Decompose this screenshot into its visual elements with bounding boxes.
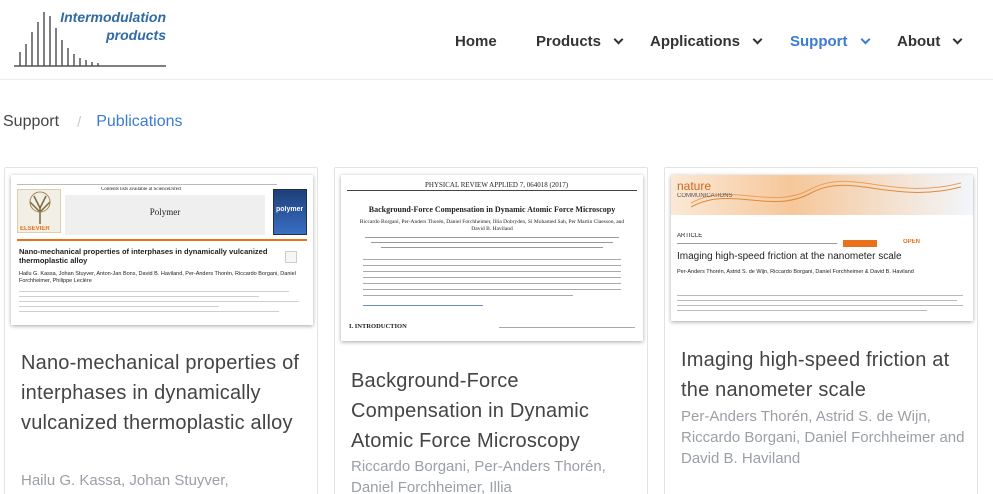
card-title[interactable]: Background-Force Compensation in Dynamic… [351,366,641,456]
nav-item-label: Home [455,32,497,50]
chevron-down-icon [613,34,624,44]
paper-thumbnail[interactable]: Contents lists available at ScienceDirec… [11,175,313,325]
publication-card[interactable]: PHYSICAL REVIEW APPLIED 7, 064018 (2017)… [334,167,648,494]
cover-label: polymer [276,206,304,213]
thumb-journal-banner: Polymer [65,195,265,235]
thumb-journal-header: Contents lists available at ScienceDirec… [101,187,182,192]
logo-line1: Intermodulation [60,9,166,25]
thumb-paper-authors: Hailu G. Kassa, Johan Stuyver, Anton-Jan… [19,271,296,284]
thumb-text-line [363,271,621,272]
thumb-paper-authors: Per-Anders Thorén, Astrid S. de Wijn, Ri… [677,269,914,275]
thumb-text-line [19,296,259,297]
thumb-journal-name: Polymer [149,207,181,217]
open-access-label: OPEN [903,239,921,245]
chevron-down-icon [952,34,963,44]
card-title[interactable]: Imaging high-speed friction at the nanom… [681,345,971,405]
nature-wordmark: nature [677,179,712,193]
nav-item-label: Applications [650,32,741,50]
breadcrumb: Support / Publications [3,113,183,131]
logo-wordmark: Intermodulation products [60,8,166,44]
thumb-text-line [365,237,619,238]
thumb-text-line [363,305,483,306]
nature-banner: nature COMMUNICATIONS [671,175,973,215]
thumb-text-line [363,259,621,260]
doi-badge [843,240,877,247]
thumb-text-line [677,300,957,301]
thumb-text-line [19,306,219,307]
nav-item-label: Support [790,32,848,50]
chevron-down-icon [752,34,763,44]
publication-card[interactable]: nature COMMUNICATIONS ARTICLE OPEN Imagi… [664,167,978,494]
card-authors: Hailu G. Kassa, Johan Stuyver, [21,472,229,489]
card-title[interactable]: Nano-mechanical properties of interphase… [21,348,311,438]
card-authors: Per-Anders Thorén, Astrid S. de Wijn, Ri… [681,408,965,467]
nature-sub-wordmark: COMMUNICATIONS [677,193,733,199]
site-header: Intermodulation products Home Products A… [0,0,993,80]
paper-thumbnail[interactable]: PHYSICAL REVIEW APPLIED 7, 064018 (2017)… [341,175,643,341]
journal-cover-icon: polymer [273,189,307,235]
thumb-text-line [677,243,837,244]
thumb-paper-authors: Riccardo Borgani, Per-Anders Thorén, Dan… [359,219,625,232]
elsevier-tree-icon: ELSEVIER [17,189,61,233]
publication-card[interactable]: Contents lists available at ScienceDirec… [4,167,318,494]
chevron-down-icon [860,34,870,44]
nav-item-products[interactable]: Products [536,30,624,52]
thumb-paper-title: Background-Force Compensation in Dynamic… [368,205,616,214]
breadcrumb-support-link[interactable]: Support [3,113,59,131]
thumb-rule [347,190,637,191]
thumb-rule-orange [17,239,307,241]
thumb-article-label: ARTICLE [677,233,703,239]
thumb-rule [17,179,277,185]
nav-item-support[interactable]: Support [790,30,870,52]
elsevier-wordmark: ELSEVIER [20,226,50,232]
nav-item-label: About [897,32,941,50]
thumb-text-line [677,295,963,296]
breadcrumb-separator: / [77,113,82,131]
thumb-text-line [363,265,621,266]
breadcrumb-current[interactable]: Publications [96,113,182,131]
card-authors: Riccardo Borgani, Per-Anders Thorén, Dan… [351,458,606,494]
thumb-text-line [363,295,573,296]
logo-line2: products [106,27,166,43]
thumb-text-line [363,277,621,278]
nav-item-label: Products [536,32,602,50]
site-logo[interactable]: Intermodulation products [14,8,174,72]
thumb-text-line [677,305,963,306]
thumb-text-line [19,301,299,302]
thumb-text-line [499,327,635,328]
thumb-paper-title: Imaging high-speed friction at the nanom… [677,251,902,262]
nav-item-applications[interactable]: Applications [650,30,763,52]
crossmark-icon [285,251,297,263]
thumb-text-line [381,247,603,248]
thumb-text-line [19,291,289,292]
thumb-section-heading: I. INTRODUCTION [349,323,407,330]
nav-item-home[interactable]: Home [455,30,497,52]
thumb-text-line [677,310,927,311]
nav-item-about[interactable]: About [897,30,963,52]
thumb-journal-header: PHYSICAL REVIEW APPLIED 7, 064018 (2017) [425,181,569,189]
thumb-paper-title: Nano-mechanical properties of interphase… [19,247,268,265]
thumb-text-line [363,289,621,290]
thumb-text-line [363,283,621,284]
thumb-text-line [19,311,279,312]
thumb-text-line [371,242,613,243]
paper-thumbnail[interactable]: nature COMMUNICATIONS ARTICLE OPEN Imagi… [671,175,973,321]
